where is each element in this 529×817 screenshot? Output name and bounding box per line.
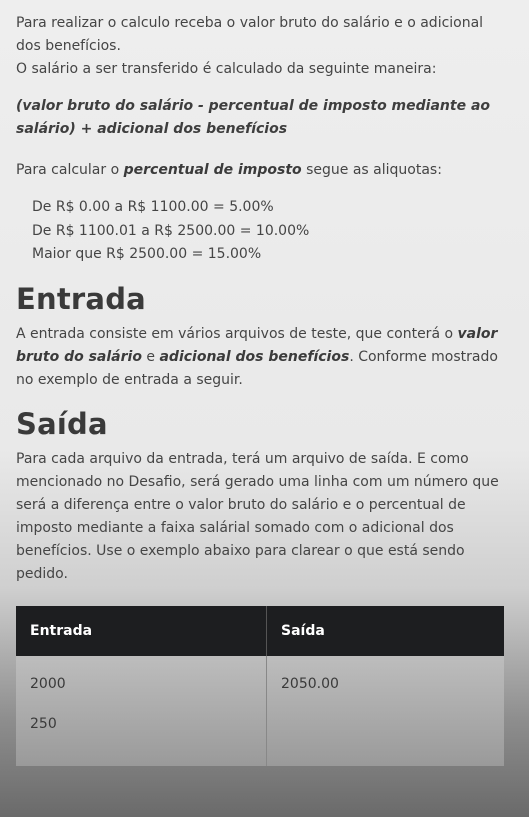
entrada-bold-benefits: adicional dos benefícios xyxy=(159,348,350,365)
saida-paragraph: Para cada arquivo da entrada, terá um ar… xyxy=(16,450,499,582)
example-table: Entrada Saída 2000 250 2050.00 xyxy=(16,605,505,766)
table-header-row: Entrada Saída xyxy=(16,605,504,656)
table-header-entrada: Entrada xyxy=(16,605,267,656)
entrada-heading: Entrada xyxy=(16,281,146,316)
tax-rate-intro: Para calcular o percentual de imposto se… xyxy=(16,159,511,182)
intro-method-line: O salário a ser transferido é calculado … xyxy=(16,61,437,77)
tax-rate-intro-prefix: Para calcular o xyxy=(16,162,124,178)
output-value: 2050.00 xyxy=(281,675,339,692)
entrada-text-mid: e xyxy=(141,348,160,365)
salary-formula: (valor bruto do salário - percentual de … xyxy=(16,98,491,137)
tax-rate-item: Maior que R$ 2500.00 = 15.00% xyxy=(32,246,262,262)
tax-rate-item: De R$ 1100.01 a R$ 2500.00 = 10.00% xyxy=(32,222,310,239)
input-value: 2000 xyxy=(30,675,66,692)
entrada-text-prefix: A entrada consiste em vários arquivos de… xyxy=(16,325,458,342)
intro-paragraph: Para realizar o calculo receba o valor b… xyxy=(16,15,484,54)
table-row: 2000 250 2050.00 xyxy=(16,655,505,766)
tax-rate-item: De R$ 0.00 a R$ 1100.00 = 5.00% xyxy=(32,199,274,215)
table-header-saida: Saída xyxy=(266,605,504,656)
table-cell-entrada: 2000 250 xyxy=(16,655,267,766)
input-value: 250 xyxy=(30,715,57,732)
saida-heading: Saída xyxy=(16,406,108,441)
tax-rate-intro-bold: percentual de imposto xyxy=(123,162,302,178)
problem-description: Para realizar o calculo receba o valor b… xyxy=(16,0,511,766)
tax-rate-intro-suffix: segue as aliquotas: xyxy=(301,162,442,178)
table-cell-saida: 2050.00 xyxy=(267,656,505,766)
tax-rate-list: De R$ 0.00 a R$ 1100.00 = 5.00% De R$ 11… xyxy=(16,196,511,267)
entrada-paragraph: A entrada consiste em vários arquivos de… xyxy=(16,323,511,392)
